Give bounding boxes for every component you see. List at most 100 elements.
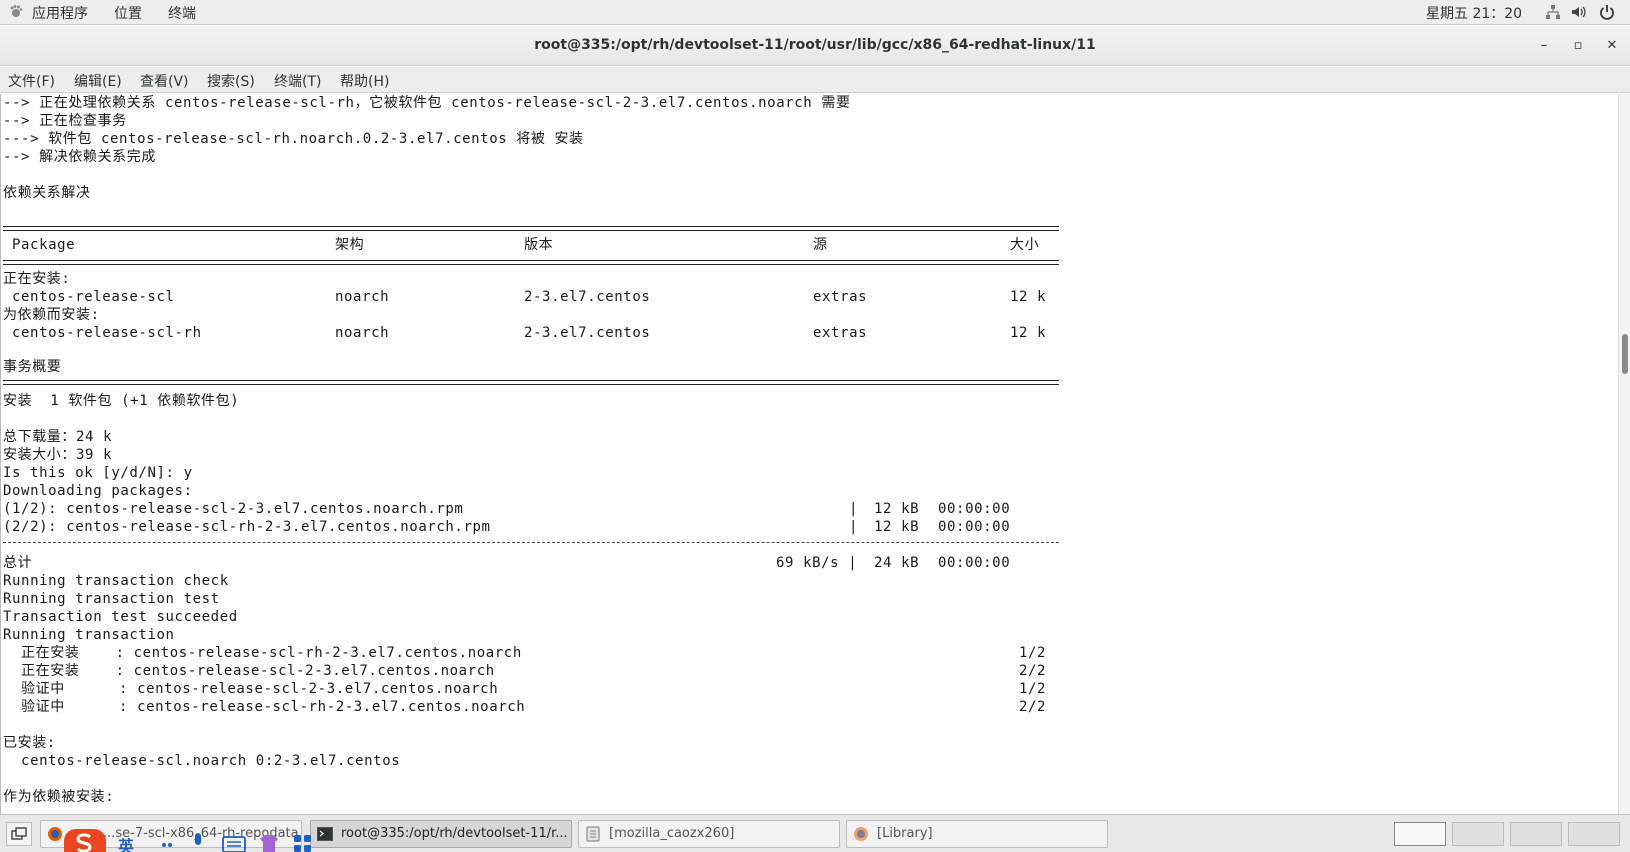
total-size: 24 kB bbox=[874, 555, 920, 571]
terminal-line: --> 正在检查事务 bbox=[3, 113, 127, 129]
transaction-step: 正在安装 : centos-release-scl-2-3.el7.centos… bbox=[3, 663, 495, 679]
menu-search[interactable]: 搜索(S) bbox=[207, 71, 255, 91]
row-size: 12 k bbox=[1010, 289, 1047, 305]
dependency-label: 为依赖而安装: bbox=[3, 307, 100, 323]
dashed-separator bbox=[3, 542, 1059, 543]
menu-terminal[interactable]: 终端(T) bbox=[274, 71, 321, 91]
table-row: centos-release-scl-rh bbox=[12, 325, 202, 341]
minimize-button[interactable]: – bbox=[1532, 34, 1556, 58]
ime-toolbar[interactable]: 英 bbox=[62, 829, 332, 852]
installing-label: 正在安装: bbox=[3, 271, 71, 287]
row-arch: noarch bbox=[335, 289, 390, 305]
installed-label: 已安装: bbox=[3, 735, 56, 751]
step-progress: 2/2 bbox=[1019, 663, 1047, 679]
volume-icon[interactable] bbox=[1570, 3, 1588, 21]
taskbar: ...se-7-scl-x86_64-rh-repodata root@335:… bbox=[0, 814, 1630, 852]
total-download: 总下载量：24 k bbox=[3, 429, 113, 445]
download-size: 12 kB bbox=[874, 501, 920, 517]
menu-help[interactable]: 帮助(H) bbox=[340, 71, 389, 91]
microphone-icon[interactable] bbox=[190, 831, 206, 852]
transaction-step: 验证中 : centos-release-scl-2-3.el7.centos.… bbox=[3, 681, 499, 697]
row-size: 12 k bbox=[1010, 325, 1047, 341]
ime-mode-label[interactable]: 英 bbox=[118, 833, 134, 852]
download-line: (2/2): centos-release-scl-rh-2-3.el7.cen… bbox=[3, 519, 491, 535]
install-summary: 安装 1 软件包 (+1 依赖软件包) bbox=[3, 393, 240, 409]
top-panel: 应用程序 位置 终端 星期五 21：20 bbox=[0, 0, 1630, 25]
workspace-3[interactable] bbox=[1510, 822, 1562, 846]
header-package: Package bbox=[12, 237, 76, 253]
keyboard-icon[interactable] bbox=[222, 835, 246, 852]
maximize-button[interactable]: ▫ bbox=[1566, 34, 1590, 58]
table-row: centos-release-scl bbox=[12, 289, 175, 305]
transaction-step: 正在安装 : centos-release-scl-rh-2-3.el7.cen… bbox=[3, 645, 522, 661]
step-progress: 1/2 bbox=[1019, 645, 1047, 661]
installed-item: centos-release-scl.noarch 0:2-3.el7.cent… bbox=[3, 753, 401, 769]
ime-punct-icon[interactable] bbox=[160, 835, 174, 849]
skin-icon[interactable] bbox=[258, 833, 280, 852]
window-title-bar[interactable]: root@335:/opt/rh/devtoolset-11/root/usr/… bbox=[0, 26, 1630, 66]
header-size: 大小 bbox=[1010, 237, 1040, 253]
step-progress: 1/2 bbox=[1019, 681, 1047, 697]
gnome-foot-icon[interactable] bbox=[8, 4, 26, 22]
menu-edit[interactable]: 编辑(E) bbox=[74, 71, 122, 91]
download-time: 00:00:00 bbox=[938, 501, 1011, 517]
taskbar-item-file-manager[interactable]: [mozilla_caozx260] bbox=[578, 820, 840, 848]
show-desktop-icon[interactable] bbox=[6, 822, 32, 846]
taskbar-label: [Library] bbox=[877, 826, 933, 841]
terminal-scrollbar[interactable] bbox=[1618, 94, 1630, 814]
network-icon[interactable] bbox=[1544, 3, 1562, 21]
applications-menu[interactable]: 应用程序 bbox=[32, 3, 88, 23]
terminal-app-menu[interactable]: 终端 bbox=[168, 3, 196, 23]
download-sep: | bbox=[849, 501, 859, 517]
terminal-output[interactable]: --> 正在处理依赖关系 centos-release-scl-rh，它被软件包… bbox=[0, 94, 1618, 814]
sogou-ime-icon[interactable] bbox=[64, 829, 106, 852]
summary-label: 事务概要 bbox=[3, 359, 62, 375]
menu-bar: 文件(F) 编辑(E) 查看(V) 搜索(S) 终端(T) 帮助(H) bbox=[0, 67, 1630, 93]
installed-size: 安装大小：39 k bbox=[3, 447, 113, 463]
confirm-prompt: Is this ok [y/d/N]: y bbox=[3, 465, 193, 481]
file-manager-icon bbox=[585, 826, 601, 842]
table-double-rule bbox=[3, 226, 1059, 231]
workspace-4[interactable] bbox=[1568, 822, 1620, 846]
total-time: 00:00:00 bbox=[938, 555, 1011, 571]
firefox-icon bbox=[853, 826, 869, 842]
taskbar-item-terminal[interactable]: root@335:/opt/rh/devtoolset-11/r... bbox=[310, 820, 572, 848]
close-button[interactable]: ✕ bbox=[1600, 34, 1624, 58]
transaction-step: 验证中 : centos-release-scl-rh-2-3.el7.cent… bbox=[3, 699, 526, 715]
toolbox-icon[interactable] bbox=[292, 833, 314, 852]
transaction-line: Running transaction check bbox=[3, 573, 229, 589]
row-repo: extras bbox=[813, 289, 868, 305]
table-double-rule bbox=[3, 260, 1059, 265]
power-icon[interactable] bbox=[1598, 3, 1616, 21]
step-progress: 2/2 bbox=[1019, 699, 1047, 715]
workspace-2[interactable] bbox=[1452, 822, 1504, 846]
total-label: 总计 bbox=[3, 555, 33, 571]
terminal-line: --> 解决依赖关系完成 bbox=[3, 149, 156, 165]
row-repo: extras bbox=[813, 325, 868, 341]
row-version: 2-3.el7.centos bbox=[524, 325, 651, 341]
download-time: 00:00:00 bbox=[938, 519, 1011, 535]
total-speed: 69 kB/s | bbox=[776, 555, 858, 571]
window-title: root@335:/opt/rh/devtoolset-11/root/usr/… bbox=[534, 37, 1096, 53]
transaction-line: Transaction test succeeded bbox=[3, 609, 238, 625]
header-version: 版本 bbox=[524, 237, 554, 253]
places-menu[interactable]: 位置 bbox=[114, 3, 142, 23]
row-arch: noarch bbox=[335, 325, 390, 341]
download-size: 12 kB bbox=[874, 519, 920, 535]
clock[interactable]: 星期五 21：20 bbox=[1426, 3, 1522, 23]
menu-view[interactable]: 查看(V) bbox=[140, 71, 189, 91]
taskbar-item-library[interactable]: [Library] bbox=[846, 820, 1108, 848]
scrollbar-thumb[interactable] bbox=[1622, 334, 1628, 374]
header-repo: 源 bbox=[813, 237, 828, 253]
transaction-line: Running transaction test bbox=[3, 591, 220, 607]
firefox-icon bbox=[47, 826, 63, 842]
menu-file[interactable]: 文件(F) bbox=[8, 71, 55, 91]
taskbar-label: root@335:/opt/rh/devtoolset-11/r... bbox=[341, 826, 568, 841]
downloading-label: Downloading packages: bbox=[3, 483, 193, 499]
terminal-line: 依赖关系解决 bbox=[3, 185, 91, 201]
row-version: 2-3.el7.centos bbox=[524, 289, 651, 305]
dependency-installed-label: 作为依赖被安装: bbox=[3, 789, 115, 805]
workspace-1[interactable] bbox=[1394, 822, 1446, 846]
terminal-line: ---> 软件包 centos-release-scl-rh.noarch.0.… bbox=[3, 131, 584, 147]
taskbar-label: [mozilla_caozx260] bbox=[609, 826, 735, 841]
